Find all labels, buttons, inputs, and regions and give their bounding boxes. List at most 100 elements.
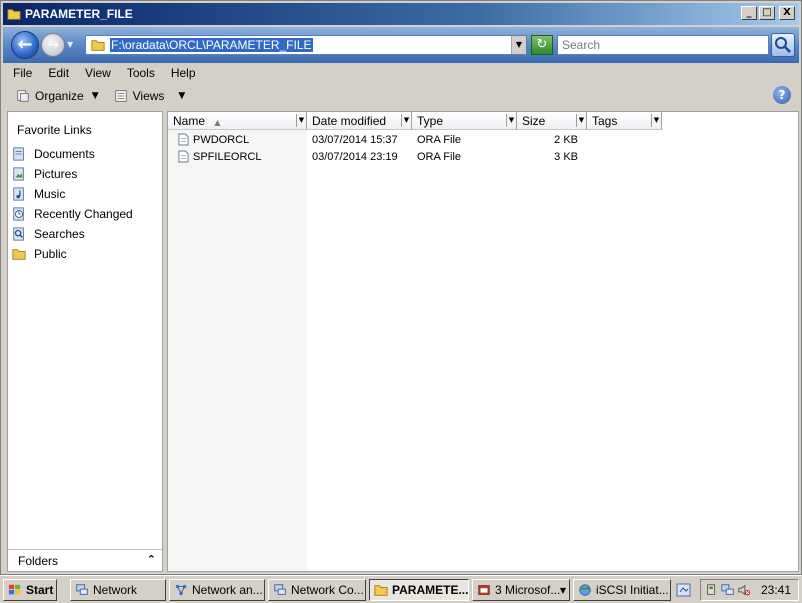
sidebar-item-recently-changed[interactable]: Recently Changed	[10, 204, 160, 224]
quick-launch-icon[interactable]	[676, 582, 692, 598]
file-name: SPFILEORCL	[193, 150, 262, 163]
folders-toggle[interactable]: Folders ⌃	[8, 549, 162, 571]
close-button[interactable]: X	[779, 6, 795, 20]
start-button[interactable]: Start	[3, 579, 57, 601]
column-headers: Name ▲ ▼ Date modified ▼ Type ▼ Size ▼ T…	[168, 112, 798, 130]
music-icon	[13, 187, 24, 201]
sidebar-item-public[interactable]: Public	[10, 244, 160, 264]
views-button[interactable]: Views ▼	[113, 89, 186, 103]
menu-help[interactable]: Help	[171, 66, 204, 80]
sidebar-item-label: Searches	[34, 227, 85, 241]
network-connections-icon	[274, 584, 286, 595]
taskbar-item-network-connections[interactable]: Network Co...	[268, 579, 366, 601]
application-group-icon	[478, 585, 490, 595]
column-filter-dropdown-icon[interactable]: ▼	[651, 114, 661, 127]
start-label: Start	[26, 583, 54, 597]
back-button[interactable]: ←	[11, 31, 39, 59]
folder-icon	[374, 585, 388, 596]
sidebar-item-documents[interactable]: Documents	[10, 144, 160, 164]
chevron-up-icon: ⌃	[146, 553, 156, 566]
search-input[interactable]: Search	[557, 35, 769, 55]
menu-file[interactable]: File	[13, 66, 40, 80]
sidebar-item-music[interactable]: Music	[10, 184, 160, 204]
taskbar-item-iscsi-initiator[interactable]: iSCSI Initiat...	[573, 579, 671, 601]
globe-icon	[579, 584, 591, 596]
favorite-links-list: Documents Pictures Music Recently Change…	[10, 144, 160, 264]
organize-dropdown-icon: ▼	[91, 91, 99, 101]
column-filter-dropdown-icon[interactable]: ▼	[401, 114, 411, 127]
taskbar-item-network[interactable]: Network	[70, 579, 166, 601]
column-header-tags[interactable]: Tags ▼	[587, 112, 662, 130]
command-bar: Organize ▼ Views ▼ ?	[3, 84, 799, 108]
task-label: Network Co...	[291, 583, 364, 597]
group-dropdown-icon: ▼	[559, 585, 566, 595]
column-filter-dropdown-icon[interactable]: ▼	[576, 114, 586, 127]
address-dropdown-icon[interactable]: ▼	[511, 36, 526, 54]
folder-icon	[91, 40, 105, 51]
navigation-pane: Favorite Links Documents Pictures Music …	[7, 111, 163, 572]
task-label: Network an...	[192, 583, 263, 597]
table-row[interactable]: SPFILEORCL 03/07/2014 23:19 ORA File 3 K…	[168, 148, 798, 165]
taskbar-item-microsoft-group[interactable]: 3 Microsof... ▼	[472, 579, 570, 601]
file-date: 03/07/2014 15:37	[312, 133, 398, 146]
sidebar-item-searches[interactable]: Searches	[10, 224, 160, 244]
column-header-size[interactable]: Size ▼	[517, 112, 587, 130]
file-list: Name ▲ ▼ Date modified ▼ Type ▼ Size ▼ T…	[167, 111, 799, 572]
column-label: Type	[417, 114, 444, 128]
column-header-date-modified[interactable]: Date modified ▼	[307, 112, 412, 130]
menu-bar: File Edit View Tools Help	[3, 63, 799, 83]
documents-icon	[13, 147, 24, 161]
taskbar-item-parameter-file[interactable]: PARAMETE...	[369, 579, 469, 601]
organize-button[interactable]: Organize ▼	[15, 89, 99, 103]
refresh-button[interactable]: ↻	[531, 35, 553, 55]
table-row[interactable]: PWDORCL 03/07/2014 15:37 ORA File 2 KB	[168, 131, 798, 148]
address-path[interactable]: F:\oradata\ORCL\PARAMETER_FILE	[110, 38, 313, 52]
file-name-cell: SPFILEORCL	[168, 150, 307, 163]
task-label: iSCSI Initiat...	[596, 583, 669, 597]
menu-view[interactable]: View	[85, 66, 119, 80]
sidebar-item-label: Public	[34, 247, 67, 261]
column-header-name[interactable]: Name ▲ ▼	[168, 112, 307, 130]
address-bar[interactable]: F:\oradata\ORCL\PARAMETER_FILE ▼	[85, 35, 527, 55]
maximize-button[interactable]: □	[759, 6, 775, 20]
recent-pages-chevron-icon[interactable]: ▼	[67, 40, 73, 49]
taskbar-item-network-and-sharing[interactable]: Network an...	[169, 579, 265, 601]
column-filter-dropdown-icon[interactable]: ▼	[296, 114, 306, 127]
folder-icon	[12, 249, 26, 260]
column-filter-dropdown-icon[interactable]: ▼	[506, 114, 516, 127]
safely-remove-hardware-icon[interactable]	[705, 583, 719, 597]
forward-button[interactable]: →	[41, 33, 65, 57]
file-rows: PWDORCL 03/07/2014 15:37 ORA File 2 KB S…	[168, 131, 798, 165]
title-bar[interactable]: PARAMETER_FILE _ □ X	[3, 3, 799, 25]
pictures-icon	[13, 167, 24, 181]
help-button[interactable]: ?	[773, 86, 791, 104]
search-icon	[775, 37, 791, 53]
sidebar-item-pictures[interactable]: Pictures	[10, 164, 160, 184]
views-dropdown-icon: ▼	[178, 91, 186, 101]
explorer-window: PARAMETER_FILE _ □ X ← → ▼ F:\oradata\OR…	[0, 0, 802, 575]
search-button[interactable]	[771, 33, 795, 57]
favorite-links-title: Favorite Links	[17, 123, 92, 137]
network-status-icon[interactable]	[721, 583, 735, 597]
menu-edit[interactable]: Edit	[48, 66, 77, 80]
minimize-button[interactable]: _	[741, 6, 757, 20]
file-date: 03/07/2014 23:19	[312, 150, 398, 163]
task-label: PARAMETE...	[392, 583, 469, 597]
window-title: PARAMETER_FILE	[25, 7, 133, 21]
organize-label: Organize	[35, 89, 84, 103]
file-type: ORA File	[417, 150, 462, 163]
sidebar-item-label: Documents	[34, 147, 95, 161]
organize-icon	[17, 90, 29, 102]
network-icon	[76, 584, 88, 595]
volume-muted-icon[interactable]	[737, 583, 751, 597]
column-header-type[interactable]: Type ▼	[412, 112, 517, 130]
folders-label: Folders	[18, 553, 59, 568]
file-name: PWDORCL	[193, 133, 250, 146]
clock[interactable]: 23:41	[761, 583, 791, 597]
file-size: 2 KB	[554, 133, 578, 146]
file-icon	[178, 133, 189, 146]
folder-icon	[7, 9, 21, 20]
system-tray: 23:41	[700, 579, 799, 601]
views-label: Views	[132, 89, 165, 103]
menu-tools[interactable]: Tools	[127, 66, 163, 80]
